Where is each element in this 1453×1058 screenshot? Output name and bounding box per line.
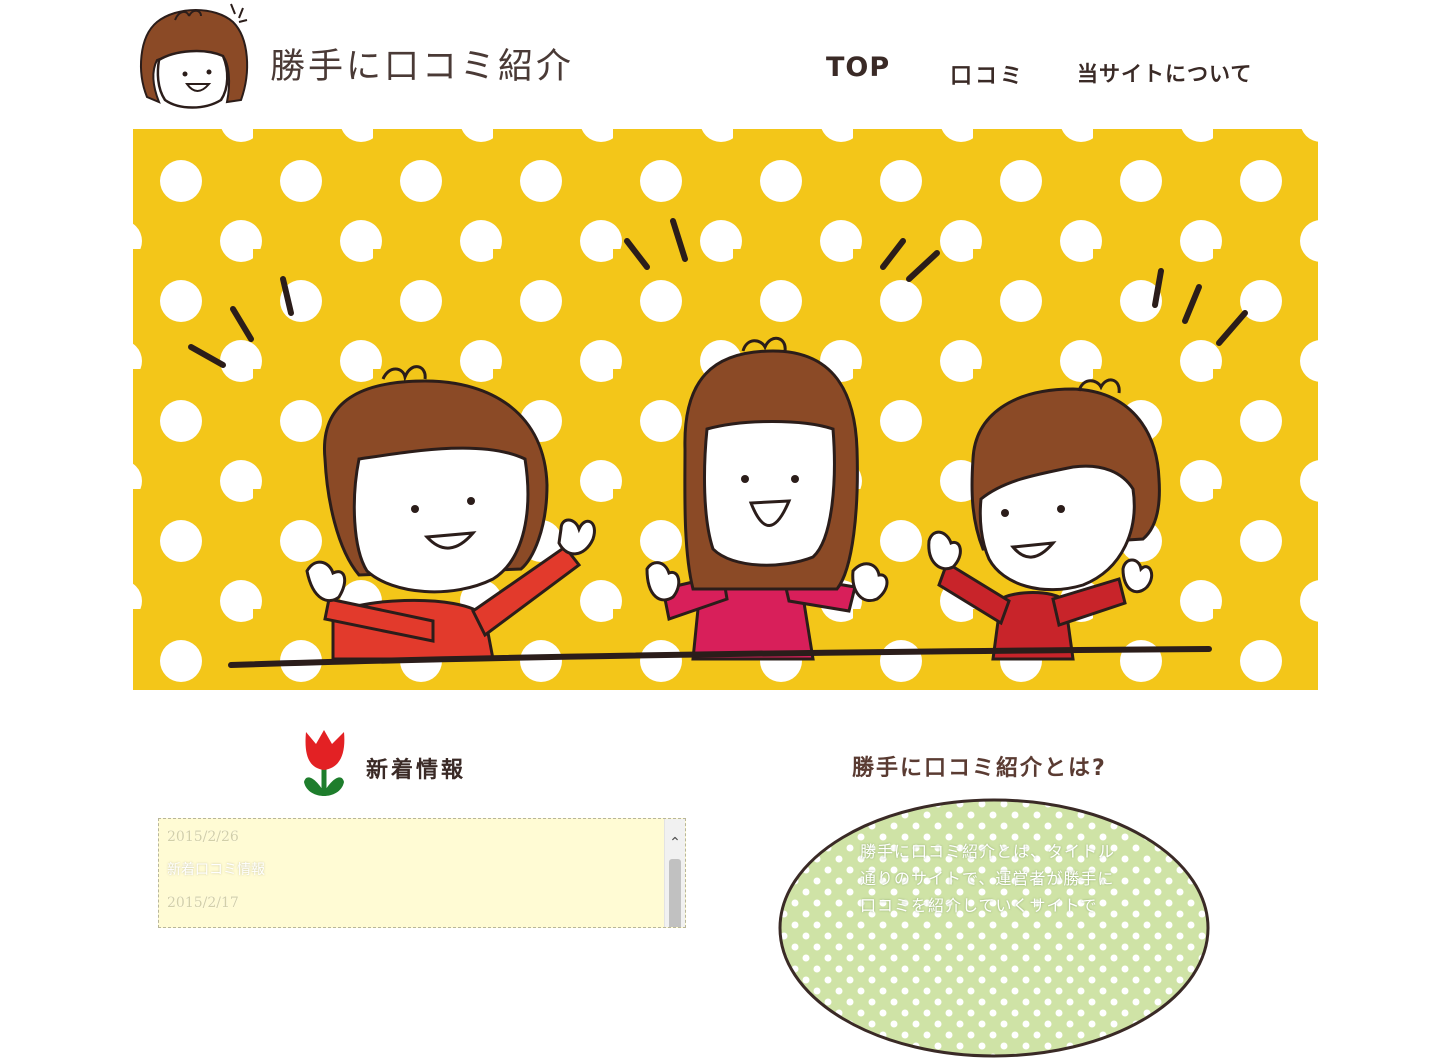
news-date: 2015/2/17	[167, 895, 239, 911]
about-description: 勝手に口コミ紹介とは、タイトル通りのサイトで、運営者が勝手に口コミを紹介していく…	[860, 842, 1116, 915]
scroll-up-icon[interactable]: ⌃	[665, 833, 685, 853]
nav-about-link[interactable]: 当サイトについて	[1077, 58, 1252, 88]
tulip-icon	[304, 730, 345, 796]
about-heading: 勝手に口コミ紹介とは?	[852, 756, 1107, 781]
about-oval-background	[778, 798, 1210, 1058]
hero-illustration	[133, 129, 1318, 690]
nav-kuchikomi-link[interactable]: 口コミ	[950, 58, 1025, 90]
logo-icon[interactable]	[135, 2, 255, 112]
site-title[interactable]: 勝手に口コミ紹介	[270, 38, 574, 89]
news-scrollbar[interactable]: ⌃	[664, 819, 685, 927]
news-heading: 新着情報	[366, 758, 467, 783]
news-date: 2015/2/26	[167, 829, 239, 845]
scrollbar-thumb[interactable]	[669, 859, 681, 927]
news-list[interactable]: 2015/2/26 新着口コミ情報 2015/2/17 ⌃	[158, 818, 686, 928]
news-title-link[interactable]: 新着口コミ情報	[167, 859, 265, 879]
nav-top-link[interactable]: TOP	[826, 52, 890, 83]
